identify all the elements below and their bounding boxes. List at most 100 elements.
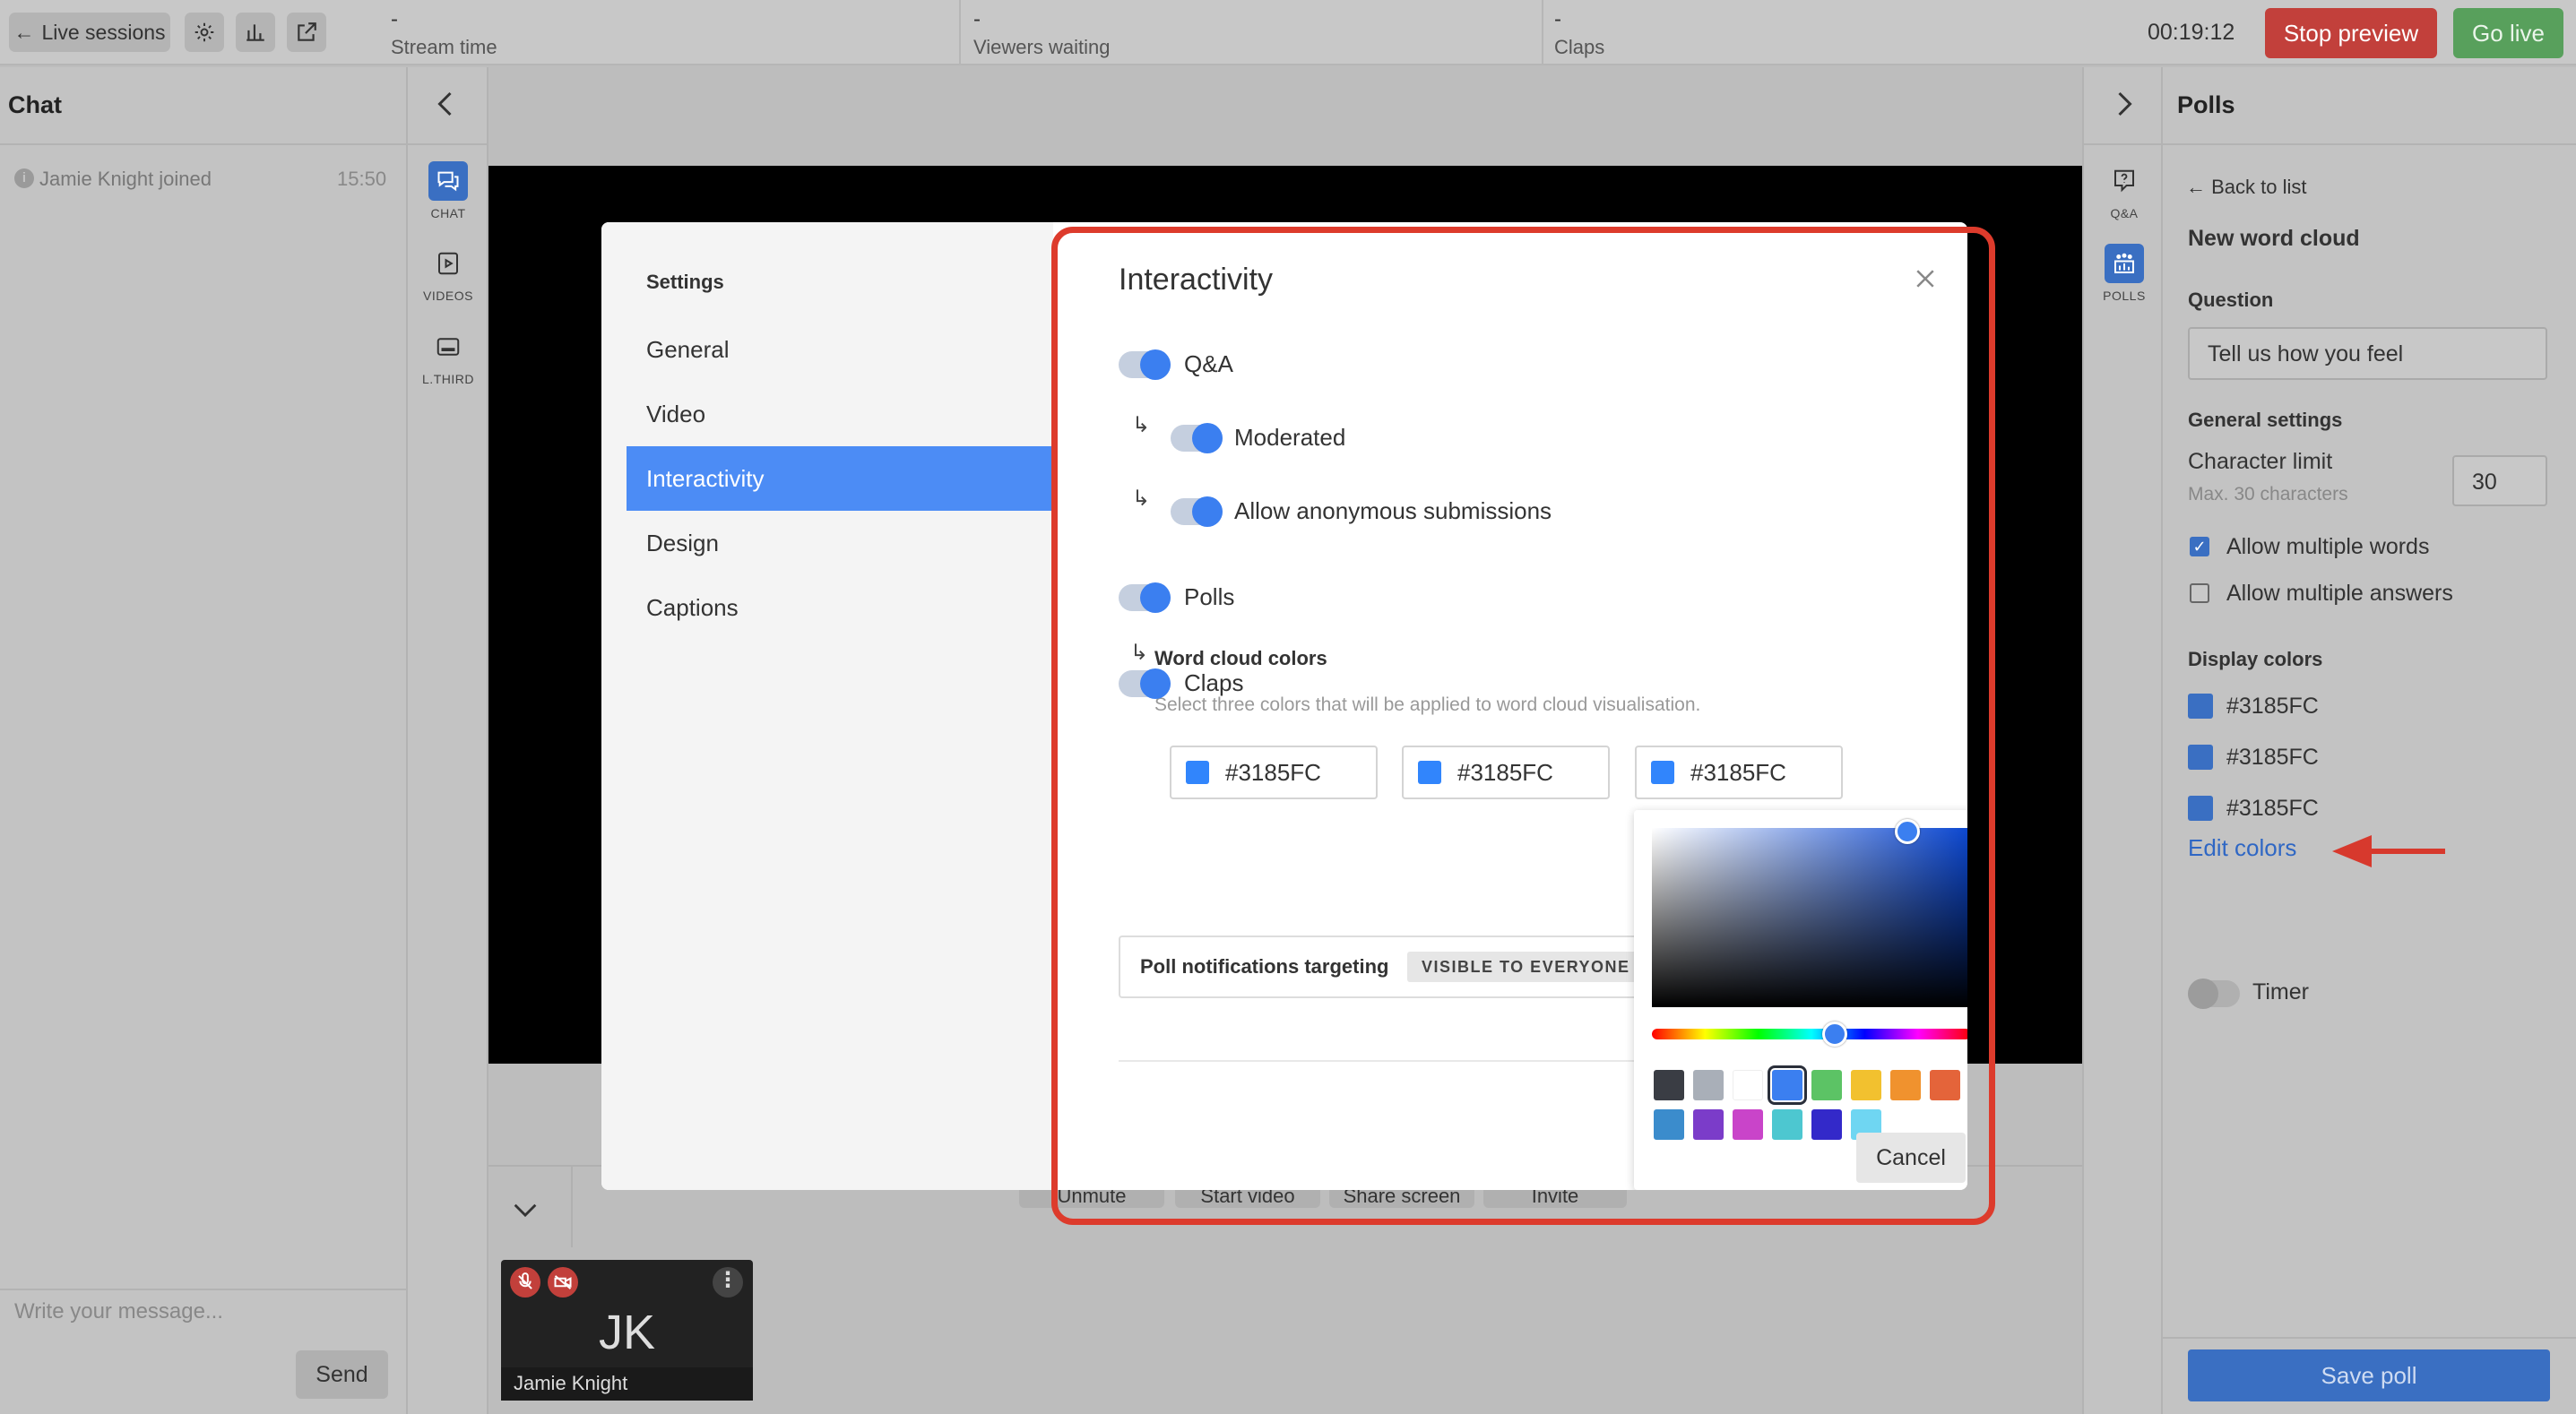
- sub-arrow-icon: ↳: [1132, 487, 1151, 511]
- display-color-swatch: [2188, 796, 2213, 821]
- chevron-right-icon: [2118, 91, 2132, 116]
- divider: [0, 1289, 406, 1290]
- word-cloud-color-2[interactable]: #3185FC: [1402, 746, 1610, 799]
- close-icon: [1916, 270, 1934, 288]
- more-options-icon[interactable]: ⋮: [713, 1267, 743, 1298]
- poll-notifications-row[interactable]: Poll notifications targeting VISIBLE TO …: [1119, 935, 1656, 998]
- visibility-badge: VISIBLE TO EVERYONE: [1407, 952, 1645, 982]
- palette-swatch[interactable]: [1851, 1070, 1881, 1100]
- divider: [0, 143, 406, 145]
- palette-swatch[interactable]: [1811, 1070, 1842, 1100]
- multiple-answers-checkbox[interactable]: [2190, 583, 2209, 603]
- nav-video[interactable]: Video: [627, 382, 1053, 446]
- sub-arrow-icon: ↳: [1132, 413, 1151, 437]
- qa-toggle[interactable]: [1119, 349, 1171, 380]
- collapse-polls-button[interactable]: [2107, 88, 2139, 120]
- char-limit-hint: Max. 30 characters: [2188, 484, 2348, 504]
- analytics-button[interactable]: [236, 13, 275, 52]
- saturation-area[interactable]: [1652, 828, 1967, 1007]
- display-color-swatch: [2188, 694, 2213, 719]
- word-cloud-color-3[interactable]: #3185FC: [1635, 746, 1843, 799]
- back-to-list-link[interactable]: ← Back to list: [2186, 176, 2307, 199]
- general-settings-label: General settings: [2188, 409, 2343, 431]
- rail-qa-label: Q&A: [2110, 206, 2139, 220]
- multiple-words-checkbox[interactable]: ✓: [2190, 537, 2209, 556]
- stop-preview-button[interactable]: Stop preview: [2265, 8, 2437, 58]
- send-button[interactable]: Send: [296, 1350, 388, 1399]
- palette-swatch[interactable]: [1693, 1109, 1724, 1140]
- camera-off-icon: [548, 1267, 578, 1298]
- edit-colors-link[interactable]: Edit colors: [2188, 834, 2296, 862]
- rail-chat[interactable]: CHAT: [408, 161, 488, 220]
- palette-swatch[interactable]: [1733, 1070, 1763, 1100]
- palette-swatch[interactable]: [1890, 1070, 1921, 1100]
- nav-captions[interactable]: Captions: [627, 575, 1053, 640]
- sub-arrow-icon: ↳: [1130, 641, 1149, 665]
- nav-interactivity[interactable]: Interactivity: [627, 446, 1053, 511]
- right-tool-rail: Q&A POLLS: [2082, 67, 2165, 1414]
- display-color-swatch: [2188, 745, 2213, 770]
- rail-chat-label: CHAT: [430, 206, 466, 220]
- chat-panel: Chat i Jamie Knight joined 15:50 Write y…: [0, 67, 408, 1414]
- palette-swatch[interactable]: [1768, 1065, 1807, 1105]
- viewers-waiting-label: Viewers waiting: [973, 36, 1111, 58]
- hue-handle[interactable]: [1822, 1022, 1847, 1047]
- open-external-button[interactable]: [287, 13, 326, 52]
- display-color-value: #3185FC: [2226, 796, 2319, 821]
- palette-swatch[interactable]: [1930, 1070, 1960, 1100]
- color-swatch: [1651, 761, 1674, 784]
- participant-initials: JK: [598, 1306, 656, 1359]
- palette-swatch[interactable]: [1654, 1109, 1684, 1140]
- chat-message-time: 15:50: [337, 168, 387, 190]
- save-poll-button[interactable]: Save poll: [2188, 1349, 2550, 1401]
- moderated-label: Moderated: [1234, 424, 1346, 451]
- word-cloud-color-1[interactable]: #3185FC: [1170, 746, 1378, 799]
- palette-swatch[interactable]: [1772, 1109, 1802, 1140]
- viewers-waiting-value: -: [973, 7, 981, 31]
- claps-stat: - Claps: [1554, 7, 1604, 59]
- word-cloud-hint: Select three colors that will be applied…: [1154, 694, 1701, 715]
- claps-toggle[interactable]: [1119, 668, 1171, 699]
- palette-swatch[interactable]: [1733, 1109, 1763, 1140]
- rail-polls[interactable]: POLLS: [2084, 244, 2165, 303]
- char-limit-input[interactable]: 30: [2452, 455, 2547, 506]
- saturation-handle[interactable]: [1895, 819, 1920, 844]
- back-to-list-label: Back to list: [2211, 176, 2307, 198]
- bar-chart-icon: [246, 24, 264, 41]
- pointer-arrow-icon: [2329, 832, 2445, 871]
- nav-design[interactable]: Design: [627, 511, 1053, 575]
- session-timer: 00:19:12: [2148, 20, 2235, 45]
- collapse-chat-button[interactable]: [430, 88, 462, 120]
- hue-slider[interactable]: [1652, 1029, 1967, 1039]
- collapse-stage-button[interactable]: [510, 1194, 540, 1224]
- word-cloud-label: Word cloud colors: [1154, 647, 1327, 669]
- rail-videos-label: VIDEOS: [423, 289, 473, 303]
- modal-title: Interactivity: [1119, 263, 1273, 297]
- palette-swatch[interactable]: [1654, 1070, 1684, 1100]
- settings-button[interactable]: [185, 13, 224, 52]
- anonymous-toggle[interactable]: [1171, 496, 1223, 527]
- go-live-button[interactable]: Go live: [2453, 8, 2563, 58]
- palette-swatch[interactable]: [1811, 1109, 1842, 1140]
- rail-videos[interactable]: VIDEOS: [408, 244, 488, 303]
- timer-toggle[interactable]: [2188, 979, 2240, 1009]
- polls-toggle[interactable]: [1119, 582, 1171, 613]
- multiple-answers-label: Allow multiple answers: [2226, 581, 2453, 606]
- color-swatch: [1186, 761, 1209, 784]
- cancel-button[interactable]: Cancel: [1856, 1133, 1966, 1183]
- rail-qa[interactable]: Q&A: [2084, 161, 2165, 220]
- nav-general[interactable]: General: [627, 317, 1053, 382]
- char-limit-label: Character limit: [2188, 449, 2333, 474]
- participant-tile[interactable]: ⋮ JK Jamie Knight: [501, 1260, 753, 1401]
- close-modal-button[interactable]: [1912, 265, 1939, 292]
- rail-lower-third[interactable]: L.THIRD: [408, 327, 488, 386]
- stream-time-stat: - Stream time: [391, 7, 497, 59]
- divider: [2163, 1337, 2576, 1339]
- external-link-icon: [298, 22, 316, 41]
- moderated-toggle[interactable]: [1171, 423, 1223, 453]
- question-input[interactable]: Tell us how you feel: [2188, 327, 2547, 380]
- chat-input[interactable]: Write your message...: [14, 1299, 223, 1324]
- back-to-sessions-button[interactable]: ← Live sessions: [9, 13, 170, 52]
- divider: [1542, 0, 1543, 65]
- palette-swatch[interactable]: [1693, 1070, 1724, 1100]
